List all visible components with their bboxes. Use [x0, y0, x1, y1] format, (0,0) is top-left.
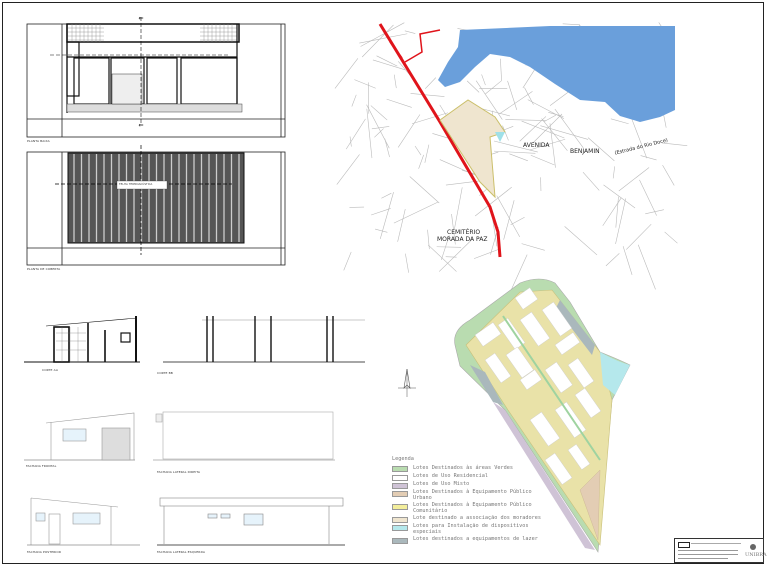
legend-label: Lote destinado a associação dos moradore…: [413, 514, 542, 521]
unibra-logo: UNIBRA: [745, 552, 767, 558]
legend-swatch: [392, 524, 408, 531]
legend-swatch: [392, 516, 408, 523]
legend-item: Lotes Destinados à Equipamento Público U…: [392, 490, 552, 501]
legend-swatch: [392, 491, 408, 498]
legend-label: Lotes Destinados às áreas Verdes: [413, 464, 513, 471]
legend-label: Lotes destinados a equipamentos de lazer: [413, 535, 538, 542]
legend-swatch: [392, 537, 408, 544]
legend-item: Lotes destinados a equipamentos de lazer: [392, 535, 552, 544]
legend-label: Lotes para Instalação de dispositivos es…: [413, 523, 529, 535]
legend-item: Lotes de Uso Residencial: [392, 472, 552, 481]
legend-swatch: [392, 482, 408, 489]
legend-item: Lote destinado a associação dos moradore…: [392, 514, 552, 523]
site-plan-legend: Legenda Lotes Destinados às áreas Verdes…: [392, 456, 552, 545]
title-block-stamp: [678, 542, 690, 548]
title-block: UNIBRA: [674, 538, 767, 563]
legend-item: Lotes Destinados à Equipamento Público C…: [392, 502, 552, 514]
legend-label: Lotes de Uso Residencial: [413, 472, 488, 479]
legend-swatch: [392, 503, 408, 510]
legend-label: Lotes Destinados à Equipamento Público U…: [413, 489, 532, 502]
site-plan-drawing: [454, 278, 631, 553]
legend-item: Lotes de Uso Misto: [392, 482, 552, 489]
legend-label: Lotes Destinados à Equipamento Público C…: [413, 502, 532, 514]
legend-item: Lotes Destinados às áreas Verdes: [392, 464, 552, 473]
legend-title: Legenda: [392, 456, 414, 462]
legend-label: Lotes de Uso Misto: [413, 481, 470, 488]
legend-swatch: [392, 466, 408, 473]
legend-swatch: [392, 474, 408, 481]
legend-item: Lotes para Instalação de dispositivos es…: [392, 523, 552, 535]
